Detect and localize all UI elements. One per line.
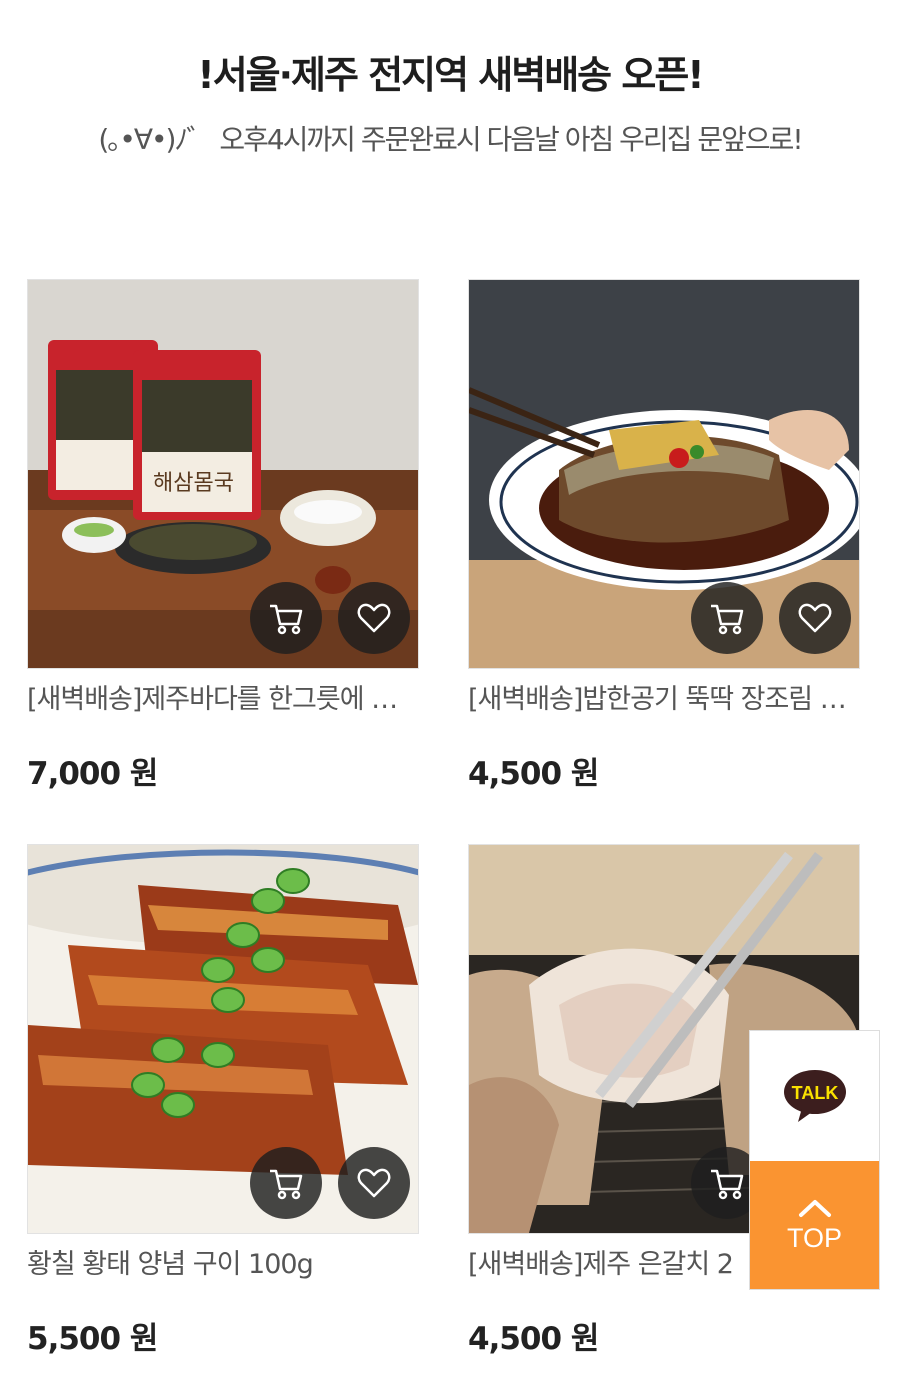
heart-icon <box>798 603 832 633</box>
product-card[interactable]: 해삼몸국 [새벽배송]제주바다를 한그릇에 담은 해삼몸국 7,000 원 <box>27 279 419 793</box>
kakao-talk-icon: TALK <box>783 1070 846 1122</box>
product-price: 5,500 원 <box>27 1321 158 1357</box>
product-card[interactable]: [새벽배송]밥한공기 뚝딱 장조림 고등어 4,500 원 <box>468 279 860 793</box>
scroll-top-button[interactable]: TOP <box>750 1161 879 1289</box>
wishlist-button[interactable] <box>779 582 851 654</box>
page-subtitle: (｡•∀•)ﾉ゛ 오후4시까지 주문완료시 다음날 아침 우리집 문앞으로! <box>98 123 803 156</box>
product-card[interactable]: 황칠 황태 양념 구이 100g 5,500 원 <box>27 844 419 1358</box>
chevron-up-icon <box>798 1199 831 1217</box>
svg-text:해삼몸국: 해삼몸국 <box>153 471 234 496</box>
svg-text:TALK: TALK <box>791 1083 838 1103</box>
add-to-cart-button[interactable] <box>250 1147 322 1219</box>
product-name[interactable]: [새벽배송]밥한공기 뚝딱 장조림 고등어 <box>468 677 848 716</box>
product-price: 4,500 원 <box>468 1321 599 1357</box>
heart-icon <box>357 1168 391 1198</box>
wishlist-button[interactable] <box>338 582 410 654</box>
cart-icon <box>270 1169 303 1200</box>
kakao-talk-button[interactable]: TALK <box>750 1031 879 1161</box>
floating-widget: TALK TOP <box>749 1030 880 1290</box>
add-to-cart-button[interactable] <box>691 582 763 654</box>
product-name[interactable]: [새벽배송]제주바다를 한그릇에 담은 해삼몸국 <box>27 677 407 716</box>
cart-icon <box>270 604 303 635</box>
product-image[interactable] <box>468 279 860 669</box>
product-price: 7,000 원 <box>27 756 158 792</box>
add-to-cart-button[interactable] <box>250 582 322 654</box>
product-price: 4,500 원 <box>468 756 599 792</box>
cart-icon <box>711 1169 744 1200</box>
page-title: !서울·제주 전지역 새벽배송 오픈! <box>197 53 704 97</box>
wishlist-button[interactable] <box>338 1147 410 1219</box>
product-image[interactable] <box>27 844 419 1234</box>
heart-icon <box>357 603 391 633</box>
scroll-top-label: TOP <box>786 1222 842 1253</box>
product-image[interactable]: 해삼몸국 <box>27 279 419 669</box>
cart-icon <box>711 604 744 635</box>
product-name[interactable]: 황칠 황태 양념 구이 100g <box>27 1242 407 1281</box>
